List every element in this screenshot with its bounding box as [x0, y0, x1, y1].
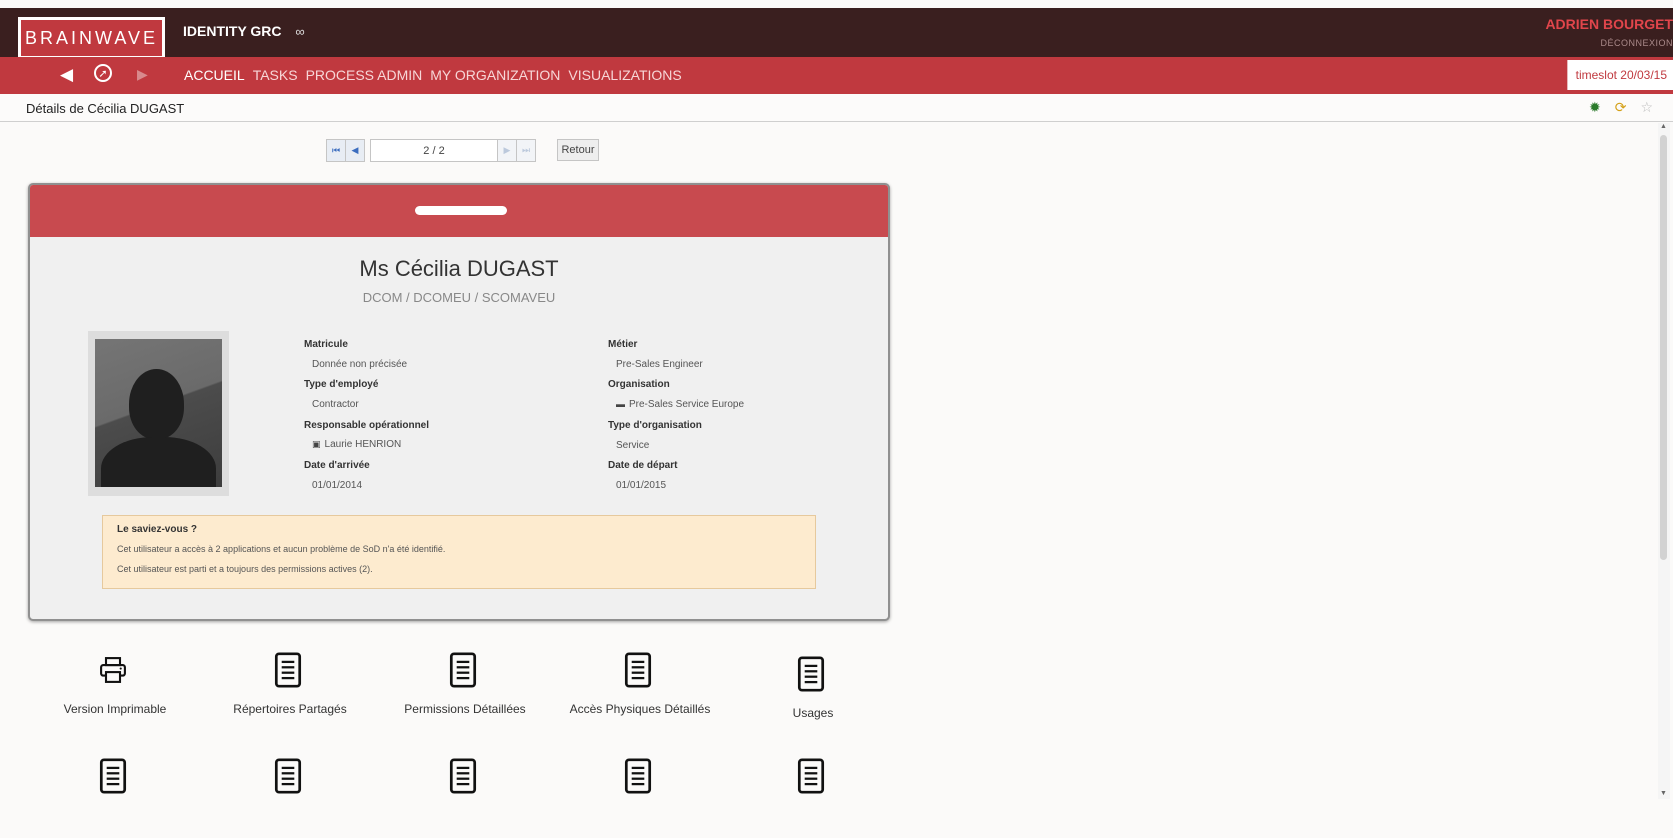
document-icon	[274, 652, 302, 688]
field-label-matricule: Matricule	[304, 339, 348, 350]
next-page-icon[interactable]: ▶	[497, 139, 517, 162]
app-title-text: IDENTITY GRC	[183, 23, 282, 39]
document-icon	[99, 758, 127, 794]
tile-version-imprimable[interactable]: Version Imprimable	[30, 652, 200, 732]
info-title: Le saviez-vous ?	[117, 524, 198, 535]
silhouette-body	[101, 437, 216, 487]
vertical-scrollbar[interactable]: ▲ ▼	[1658, 123, 1670, 799]
timeslot-selector[interactable]: timeslot 20/03/15	[1566, 60, 1673, 90]
tile-label: Répertoires Partagés	[233, 702, 347, 716]
person-name: Ms Cécilia DUGAST	[359, 256, 559, 281]
nav-tasks[interactable]: TASKS	[253, 67, 298, 83]
nav-active-caret	[206, 51, 218, 57]
top-bar: BRAINWAVE IDENTITY GRC ∞ ADRIEN BOURGET …	[0, 8, 1673, 59]
document-icon	[274, 758, 302, 794]
document-icon	[797, 656, 825, 692]
title-toolbar: ✹ ⟳ ☆	[1589, 99, 1653, 116]
scroll-up-icon[interactable]: ▲	[1660, 123, 1667, 130]
document-icon	[624, 652, 652, 688]
page-title: Détails de Cécilia DUGAST	[26, 101, 185, 116]
field-label-date-depart: Date de départ	[608, 460, 678, 471]
nav-bar: ◀ ➚ ▶ ACCUEIL TASKS PROCESS ADMIN MY ORG…	[0, 51, 1673, 94]
forward-arrow-icon[interactable]: ▶	[137, 66, 148, 83]
field-label-type-employe: Type d'employé	[304, 379, 379, 390]
last-page-icon[interactable]: ⏭	[516, 139, 536, 162]
field-label-organisation: Organisation	[608, 379, 670, 390]
retour-button[interactable]: Retour	[557, 139, 599, 161]
gear-icon[interactable]: ✹	[1589, 99, 1601, 116]
field-label-date-arrivee: Date d'arrivée	[304, 460, 370, 471]
field-value-type-organisation: Service	[616, 440, 650, 451]
info-line-permissions: Cet utilisateur est parti et a toujours …	[117, 564, 373, 574]
tile-label: Usages	[792, 706, 834, 720]
avatar-photo	[95, 339, 222, 487]
user-name[interactable]: ADRIEN BOURGET	[1545, 16, 1673, 32]
tile-row2-2[interactable]	[205, 758, 375, 838]
field-label-type-organisation: Type d'organisation	[608, 420, 702, 431]
field-value-organisation[interactable]: ▬ Pre-Sales Service Europe	[616, 399, 744, 410]
tile-acces-physiques-detailles[interactable]: Accès Physiques Détaillés	[555, 652, 725, 732]
nav-accueil[interactable]: ACCUEIL	[184, 67, 245, 83]
tile-usages[interactable]: Usages	[728, 656, 898, 736]
back-arrow-icon[interactable]: ◀	[60, 65, 73, 85]
infinity-icon: ∞	[295, 24, 305, 39]
document-icon	[449, 652, 477, 688]
card-header	[30, 185, 888, 237]
tile-row2-3[interactable]	[380, 758, 550, 838]
printer-icon	[100, 657, 126, 683]
identity-card: Ms Cécilia DUGAST DCOM / DCOMEU / SCOMAV…	[28, 183, 890, 621]
page-position-field[interactable]: 2 / 2	[370, 139, 498, 162]
did-you-know-box: Le saviez-vous ? Cet utilisateur a accès…	[102, 515, 816, 589]
tile-label: Accès Physiques Détaillés	[569, 702, 711, 716]
briefcase-icon: ▬	[616, 399, 625, 409]
organisation-name[interactable]: Pre-Sales Service Europe	[629, 399, 744, 410]
tile-permissions-detaillees[interactable]: Permissions Détaillées	[380, 652, 550, 732]
compass-icon[interactable]: ➚	[94, 64, 112, 82]
first-page-icon[interactable]: ⏮	[326, 139, 346, 162]
badge-slot	[415, 206, 507, 215]
avatar	[88, 331, 229, 496]
field-label-metier: Métier	[608, 339, 638, 350]
tile-row2-5[interactable]	[728, 758, 898, 838]
field-value-date-arrivee: 01/01/2014	[312, 480, 363, 491]
field-value-metier: Pre-Sales Engineer	[616, 359, 703, 370]
prev-page-icon[interactable]: ◀	[345, 139, 365, 162]
scroll-down-icon[interactable]: ▼	[1660, 790, 1667, 797]
responsable-name[interactable]: Laurie HENRION	[325, 439, 402, 450]
contact-card-icon: ▣	[312, 439, 321, 449]
scroll-thumb[interactable]	[1660, 135, 1667, 560]
person-org-path: DCOM / DCOMEU / SCOMAVEU	[362, 290, 556, 305]
logout-link[interactable]: DÉCONNEXION	[1600, 38, 1673, 48]
field-label-responsable: Responsable opérationnel	[304, 420, 430, 431]
field-value-responsable[interactable]: ▣ Laurie HENRION	[312, 439, 401, 450]
tile-repertoires-partages[interactable]: Répertoires Partagés	[205, 652, 375, 732]
document-icon	[797, 758, 825, 794]
refresh-icon[interactable]: ⟳	[1615, 99, 1627, 116]
nav-my-organization[interactable]: MY ORGANIZATION	[430, 67, 560, 83]
tile-label: Permissions Détaillées	[404, 702, 526, 716]
field-value-date-depart: 01/01/2015	[616, 480, 667, 491]
tile-row2-4[interactable]	[555, 758, 725, 838]
nav-process-admin[interactable]: PROCESS ADMIN	[306, 67, 423, 83]
info-line-applications: Cet utilisateur a accès à 2 applications…	[117, 544, 446, 554]
main-menu: ACCUEIL TASKS PROCESS ADMIN MY ORGANIZAT…	[184, 67, 682, 83]
tile-row2-1[interactable]	[30, 758, 200, 838]
field-value-matricule: Donnée non précisée	[312, 359, 408, 370]
app-title: IDENTITY GRC ∞	[183, 23, 305, 39]
title-bar: Détails de Cécilia DUGAST ✹ ⟳ ☆	[0, 94, 1673, 122]
document-icon	[449, 758, 477, 794]
tile-label: Version Imprimable	[63, 702, 167, 716]
brainwave-logo[interactable]: BRAINWAVE	[18, 17, 165, 59]
document-icon	[624, 758, 652, 794]
silhouette-head	[129, 369, 184, 439]
field-value-type-employe: Contractor	[312, 399, 359, 410]
nav-visualizations[interactable]: VISUALIZATIONS	[568, 67, 681, 83]
star-icon[interactable]: ☆	[1640, 99, 1653, 116]
